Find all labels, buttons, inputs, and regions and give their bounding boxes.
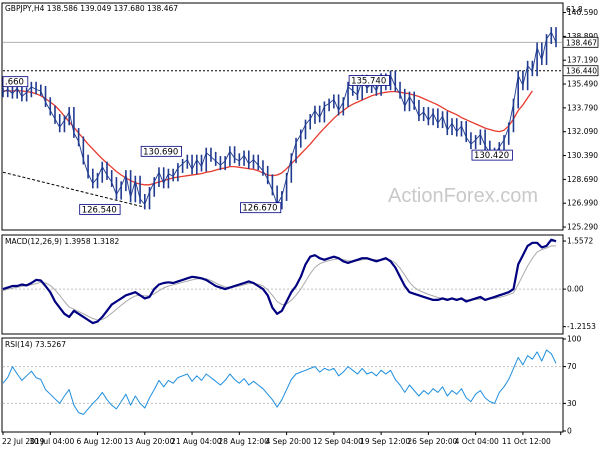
price-line (2, 31, 557, 205)
x-tick-label: 4 Sep 20:00 (266, 437, 312, 446)
rsi-line (2, 349, 557, 415)
y-tick-label: 0.00 (567, 285, 584, 294)
chart-canvas: ActionForex.com 125.290 126.990 128.690 130… (1, 2, 599, 446)
price-title: GBPJPY,H4 138.586 139.049 137.680 138.46… (5, 4, 178, 13)
x-tick-label: 12 Sep 04:00 (313, 437, 363, 446)
y-tick-label: 126.990 (567, 199, 598, 208)
annotation-label: .660 (5, 78, 24, 88)
y-tick-label: 1.5572 (567, 237, 593, 246)
x-tick-label: 26 Sep 20:00 (407, 437, 457, 446)
x-tick-label: 28 Aug 12:00 (218, 437, 269, 446)
signal-line (2, 245, 556, 321)
rsi-title: RSI(14) 73.5267 (5, 340, 66, 349)
annotation-label: 126.670 (242, 204, 277, 214)
rsi-panel (1, 337, 564, 433)
annotation-label: 135.740 (351, 77, 386, 87)
annotation-label: 130.690 (143, 147, 178, 157)
annotation-label: 126.540 (82, 206, 117, 216)
x-tick-label: 19 Sep 12:00 (360, 437, 410, 446)
y-tick-label: 133.790 (567, 103, 598, 112)
y-tick-label: 125.290 (567, 223, 598, 232)
y-tick-label: 132.090 (567, 127, 598, 136)
x-tick-label: 30 Jul 04:00 (29, 437, 74, 446)
x-tick-label: 4 Oct 04:00 (455, 437, 499, 446)
x-tick-label: 6 Aug 12:00 (77, 437, 123, 446)
y-tick-label: 0 (567, 427, 572, 436)
price-level-label: 136.440 (566, 67, 597, 76)
y-tick-label: 70 (567, 362, 577, 371)
y-tick-label: 100 (567, 335, 582, 344)
annotation-label: 130.420 (474, 151, 509, 161)
macd-line (2, 238, 557, 325)
x-tick-label: 11 Oct 12:00 (502, 437, 551, 446)
y-tick-label: 30 (567, 399, 577, 408)
y-tick-label: 137.190 (567, 56, 598, 65)
y-tick-label: 128.690 (567, 175, 598, 184)
macd-title: MACD(12,26,9) 1.3958 1.3182 (5, 237, 119, 246)
price-level-label: 138.467 (566, 38, 597, 47)
y-tick-label: 135.490 (567, 80, 598, 89)
y-tick-label: 130.390 (567, 151, 598, 160)
y-tick-label: -1.2153 (567, 322, 596, 331)
watermark: ActionForex.com (388, 185, 538, 207)
top-label: 61.8 (566, 5, 583, 14)
trendline (2, 171, 145, 208)
x-tick-label: 13 Aug 20:00 (124, 437, 175, 446)
x-tick-label: 21 Aug 04:00 (171, 437, 222, 446)
